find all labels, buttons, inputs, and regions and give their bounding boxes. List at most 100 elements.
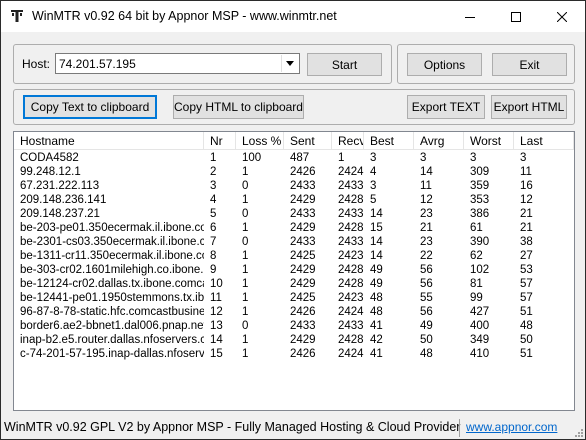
cell-hostname: 96-87-8-78-static.hfc.comcastbusine... bbox=[20, 306, 204, 318]
cell-last: 53 bbox=[520, 264, 533, 276]
cell-loss: 100 bbox=[242, 152, 262, 164]
column-header-sent[interactable]: Sent bbox=[284, 132, 332, 150]
host-input[interactable] bbox=[57, 54, 281, 73]
cell-recv: 2423 bbox=[338, 250, 364, 262]
table-row[interactable]: c-74-201-57-195.inap-dallas.nfoserve... 1… bbox=[14, 347, 574, 361]
cell-sent: 2429 bbox=[290, 334, 316, 346]
cell-recv: 2424 bbox=[338, 306, 364, 318]
column-header-recv[interactable]: Recv bbox=[332, 132, 364, 150]
host-dropdown-button[interactable] bbox=[281, 55, 298, 72]
cell-last: 57 bbox=[520, 278, 533, 290]
cell-nr: 14 bbox=[210, 334, 223, 346]
table-row[interactable]: border6.ae2-bbnet1.dal006.pnap.net 13 0 243… bbox=[14, 319, 574, 333]
export-html-button[interactable]: Export HTML bbox=[491, 95, 567, 119]
cell-sent: 2429 bbox=[290, 264, 316, 276]
cell-nr: 9 bbox=[210, 264, 217, 276]
cell-loss: 1 bbox=[242, 166, 249, 178]
window-title: WinMTR v0.92 64 bit by Appnor MSP - www.… bbox=[32, 9, 337, 23]
cell-best: 15 bbox=[370, 222, 383, 234]
table-row[interactable]: be-2301-cs03.350ecermak.il.ibone.c... 7 0 2… bbox=[14, 235, 574, 249]
cell-sent: 2425 bbox=[290, 250, 316, 262]
minimize-button[interactable] bbox=[447, 1, 493, 32]
cell-last: 27 bbox=[520, 250, 533, 262]
host-combobox[interactable] bbox=[55, 53, 300, 74]
column-header-hostname[interactable]: Hostname bbox=[14, 132, 204, 150]
cell-avrg: 23 bbox=[420, 236, 433, 248]
table-row[interactable]: be-12124-cr02.dallas.tx.ibone.comca... 10… bbox=[14, 277, 574, 291]
cell-avrg: 21 bbox=[420, 222, 433, 234]
options-button[interactable]: Options bbox=[407, 53, 482, 76]
table-row[interactable]: 209.148.236.141 4 1 2429 2428 5 12 353 12 bbox=[14, 193, 574, 207]
cell-avrg: 14 bbox=[420, 166, 433, 178]
cell-hostname: be-12441-pe01.1950stemmons.tx.ibo... bbox=[20, 292, 204, 304]
column-header-best[interactable]: Best bbox=[364, 132, 414, 150]
table-row[interactable]: 99.248.12.1 2 1 2426 2424 4 14 309 11 bbox=[14, 165, 574, 179]
table-row[interactable]: inap-b2.e5.router.dallas.nfoservers.c...… bbox=[14, 333, 574, 347]
cell-worst: 81 bbox=[470, 278, 483, 290]
title-bar[interactable]: WinMTR v0.92 64 bit by Appnor MSP - www.… bbox=[1, 1, 585, 32]
results-list[interactable]: Hostname Nr Loss % Sent Recv Best Avrg Worst Las… bbox=[13, 131, 575, 411]
cell-last: 3 bbox=[520, 152, 527, 164]
start-button[interactable]: Start bbox=[307, 53, 382, 76]
cell-nr: 11 bbox=[210, 292, 222, 304]
cell-best: 48 bbox=[370, 292, 383, 304]
table-row[interactable]: be-203-pe01.350ecermak.il.ibone.co... 6 1 2… bbox=[14, 221, 574, 235]
copy-text-button[interactable]: Copy Text to clipboard bbox=[23, 95, 157, 119]
maximize-button[interactable] bbox=[493, 1, 539, 32]
exit-button[interactable]: Exit bbox=[492, 53, 567, 76]
cell-avrg: 56 bbox=[420, 278, 433, 290]
table-row[interactable]: 209.148.237.21 5 0 2433 2433 14 23 386 21 bbox=[14, 207, 574, 221]
cell-worst: 349 bbox=[470, 334, 490, 346]
cell-sent: 2429 bbox=[290, 222, 316, 234]
column-header-worst[interactable]: Worst bbox=[464, 132, 514, 150]
cell-nr: 1 bbox=[210, 152, 217, 164]
column-header-last[interactable]: Last bbox=[514, 132, 574, 150]
copy-html-button[interactable]: Copy HTML to clipboard bbox=[173, 95, 304, 119]
table-row[interactable]: CODA4582 1 100 487 1 3 3 3 3 bbox=[14, 151, 574, 165]
cell-hostname: inap-b2.e5.router.dallas.nfoservers.c... bbox=[20, 334, 204, 346]
cell-hostname: CODA4582 bbox=[20, 152, 79, 164]
cell-worst: 61 bbox=[470, 222, 483, 234]
cell-worst: 410 bbox=[470, 348, 490, 360]
cell-sent: 2426 bbox=[290, 306, 316, 318]
cell-recv: 2424 bbox=[338, 348, 364, 360]
cell-hostname: be-303-cr02.1601milehigh.co.ibone.c... bbox=[20, 264, 204, 276]
maximize-icon bbox=[511, 11, 521, 22]
table-row[interactable]: be-1311-cr11.350ecermak.il.ibone.co... 8 1… bbox=[14, 249, 574, 263]
cell-loss: 1 bbox=[242, 334, 249, 346]
cell-worst: 400 bbox=[470, 320, 490, 332]
cell-last: 21 bbox=[520, 222, 533, 234]
export-text-button[interactable]: Export TEXT bbox=[407, 95, 485, 119]
cell-recv: 2423 bbox=[338, 292, 364, 304]
cell-recv: 2424 bbox=[338, 166, 364, 178]
cell-avrg: 22 bbox=[420, 250, 433, 262]
cell-recv: 2428 bbox=[338, 194, 364, 206]
close-button[interactable] bbox=[539, 1, 585, 32]
cell-sent: 2426 bbox=[290, 348, 316, 360]
column-header-avrg[interactable]: Avrg bbox=[414, 132, 464, 150]
cell-recv: 1 bbox=[338, 152, 345, 164]
table-row[interactable]: be-303-cr02.1601milehigh.co.ibone.c... 9 1… bbox=[14, 263, 574, 277]
column-header-loss[interactable]: Loss % bbox=[236, 132, 284, 150]
column-header-nr[interactable]: Nr bbox=[204, 132, 236, 150]
resize-grip-icon[interactable] bbox=[573, 427, 583, 437]
cell-recv: 2433 bbox=[338, 208, 364, 220]
cell-best: 5 bbox=[370, 194, 377, 206]
cell-sent: 2429 bbox=[290, 194, 316, 206]
table-row[interactable]: be-12441-pe01.1950stemmons.tx.ibo... 11 1 2… bbox=[14, 291, 574, 305]
cell-sent: 2426 bbox=[290, 166, 316, 178]
appnor-link[interactable]: www.appnor.com bbox=[466, 420, 557, 434]
cell-nr: 4 bbox=[210, 194, 217, 206]
cell-last: 38 bbox=[520, 236, 533, 248]
cell-recv: 2433 bbox=[338, 320, 364, 332]
cell-nr: 6 bbox=[210, 222, 217, 234]
cell-last: 51 bbox=[520, 348, 533, 360]
cell-hostname: be-12124-cr02.dallas.tx.ibone.comca... bbox=[20, 278, 204, 290]
cell-nr: 2 bbox=[210, 166, 217, 178]
cell-recv: 2428 bbox=[338, 334, 364, 346]
table-row[interactable]: 96-87-8-78-static.hfc.comcastbusine... 12… bbox=[14, 305, 574, 319]
cell-hostname: 209.148.236.141 bbox=[20, 194, 107, 206]
table-row[interactable]: 67.231.222.113 3 0 2433 2433 3 11 359 16 bbox=[14, 179, 574, 193]
list-header: Hostname Nr Loss % Sent Recv Best Avrg Worst Las… bbox=[14, 132, 574, 150]
cell-nr: 10 bbox=[210, 278, 223, 290]
